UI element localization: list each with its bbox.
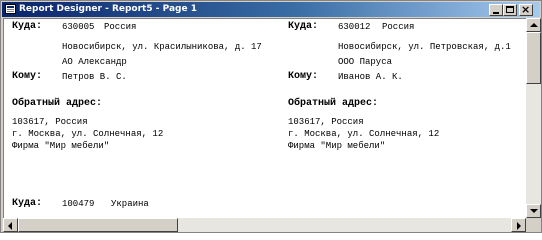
right-return-line1: 103617, Россия — [288, 117, 364, 127]
right-whom-name: Иванов А. К. — [338, 72, 403, 82]
maximize-button[interactable] — [503, 4, 517, 16]
right-to-index: 630012 — [338, 22, 371, 32]
right-to-address: Новосибирск, ул. Петровская, д.1 — [338, 42, 511, 52]
left-to-label: Куда: — [12, 21, 43, 32]
scrollbar-corner — [526, 218, 541, 232]
minimize-icon — [493, 12, 499, 14]
right-to-label: Куда: — [288, 21, 319, 32]
left-to-address: Новосибирск, ул. Красилыникова, д. 17 — [62, 42, 262, 52]
bottom-to-label: Куда: — [12, 198, 43, 209]
horizontal-scrollbar[interactable] — [3, 218, 526, 232]
report-icon[interactable] — [5, 4, 16, 14]
left-to-company: АО Александр — [62, 57, 127, 67]
bottom-to-country: Украина — [111, 199, 149, 209]
close-button[interactable]: × — [519, 3, 533, 16]
vertical-scroll-thumb[interactable] — [526, 32, 541, 84]
left-return-line3: Фирма "Мир мебели" — [12, 141, 110, 151]
window-title: Report Designer - Report5 - Page 1 — [19, 4, 197, 14]
right-return-label: Обратный адрес: — [288, 98, 379, 109]
maximize-icon — [506, 6, 514, 13]
left-whom-label: Кому: — [12, 71, 43, 82]
right-return-line3: Фирма "Мир мебели" — [288, 141, 386, 151]
left-return-label: Обратный адрес: — [12, 98, 103, 109]
arrow-down-icon — [530, 209, 538, 213]
scroll-up-button[interactable] — [526, 18, 541, 32]
scroll-left-button[interactable] — [3, 218, 18, 232]
horizontal-scroll-thumb[interactable] — [18, 218, 178, 232]
minimize-button[interactable] — [489, 4, 503, 16]
left-whom-name: Петров В. С. — [62, 72, 127, 82]
bottom-to-index: 100479 — [62, 199, 95, 209]
left-return-line2: г. Москва, ул. Солнечная, 12 — [12, 129, 164, 139]
close-icon: × — [521, 3, 531, 16]
title-bar[interactable]: Report Designer - Report5 - Page 1 × — [2, 2, 540, 17]
scroll-down-button[interactable] — [526, 204, 541, 218]
left-return-line1: 103617, Россия — [12, 117, 88, 127]
left-to-index: 630005 — [62, 22, 95, 32]
vertical-scrollbar[interactable] — [526, 18, 541, 218]
arrow-right-icon — [517, 222, 521, 230]
arrow-left-icon — [8, 222, 12, 230]
right-whom-label: Кому: — [288, 71, 319, 82]
report-page[interactable]: Куда: 630005 Россия Новосибирск, ул. Кра… — [3, 18, 526, 218]
arrow-up-icon — [530, 23, 538, 27]
report-designer-window: Report Designer - Report5 - Page 1 × Куд… — [0, 0, 542, 233]
scroll-right-button[interactable] — [511, 218, 526, 232]
right-return-line2: г. Москва, ул. Солнечная, 12 — [288, 129, 440, 139]
right-to-country: Россия — [382, 22, 415, 32]
left-to-country: Россия — [104, 22, 137, 32]
right-to-company: ООО Паруса — [338, 57, 393, 67]
